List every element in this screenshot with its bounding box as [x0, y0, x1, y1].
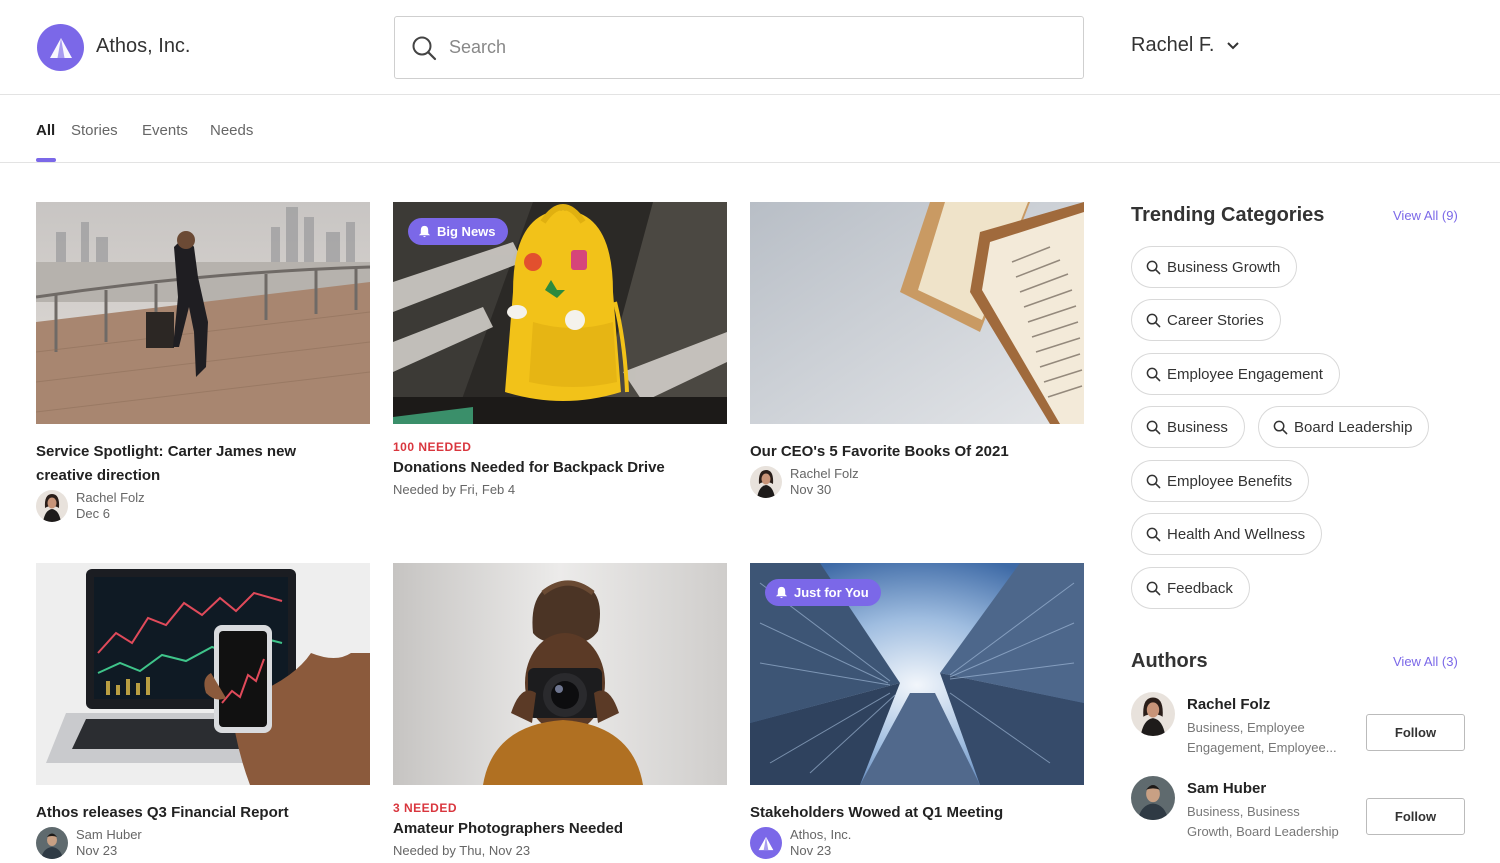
- author-categories: Business, Business Growth, Board Leaders…: [1187, 804, 1339, 839]
- card-meta: Rachel Folz Dec 6: [36, 490, 370, 522]
- post-date: Nov 23: [76, 843, 118, 858]
- card-title[interactable]: Athos releases Q3 Financial Report: [36, 801, 370, 825]
- avatar[interactable]: [1131, 692, 1175, 736]
- author-name[interactable]: Sam Huber: [1187, 780, 1266, 797]
- card-title[interactable]: Our CEO's 5 Favorite Books Of 2021: [750, 440, 1084, 464]
- category-chip[interactable]: Feedback: [1131, 567, 1250, 609]
- top-header: Athos, Inc. Rachel F.: [0, 0, 1500, 95]
- needed-count: 3 NEEDED: [393, 801, 458, 815]
- search-icon: [1146, 527, 1161, 541]
- card-title[interactable]: Service Spotlight: Carter James new crea…: [36, 440, 370, 488]
- tab-stories[interactable]: Stories: [71, 122, 118, 139]
- story-card[interactable]: Just for You Stakeholders Wowed at Q1 Me…: [750, 563, 1084, 859]
- category-chip[interactable]: Business Growth: [1131, 246, 1298, 288]
- card-meta: Rachel Folz Nov 30: [750, 466, 1084, 498]
- follow-button[interactable]: Follow: [1366, 714, 1465, 751]
- card-image[interactable]: [750, 202, 1084, 424]
- card-image[interactable]: [393, 563, 727, 785]
- bell-icon: [418, 225, 431, 238]
- chevron-down-icon: [1227, 41, 1240, 49]
- logo-mark-icon: [49, 37, 72, 58]
- story-card[interactable]: Our CEO's 5 Favorite Books Of 2021 Rache…: [750, 202, 1084, 498]
- author-item: Sam Huber Business, Business Growth, Boa…: [1131, 774, 1465, 844]
- authors-title: Authors: [1131, 650, 1208, 672]
- just-for-you-badge: Just for You: [765, 579, 881, 606]
- need-card[interactable]: 3 NEEDED Amateur Photographers Needed Ne…: [393, 563, 727, 858]
- needed-by-date: Needed by Fri, Feb 4: [393, 482, 516, 497]
- logo-mark-icon: [758, 836, 774, 850]
- needed-by-date: Needed by Thu, Nov 23: [393, 843, 531, 858]
- needed-count: 100 NEEDED: [393, 440, 472, 454]
- tab-all[interactable]: All: [36, 122, 55, 139]
- brand-name: Athos, Inc.: [96, 35, 191, 57]
- post-date: Nov 23: [790, 843, 832, 858]
- author-name: Rachel Folz: [790, 466, 859, 481]
- post-date: Nov 30: [790, 482, 832, 497]
- card-title[interactable]: Stakeholders Wowed at Q1 Meeting: [750, 801, 1084, 825]
- card-image[interactable]: [36, 563, 370, 785]
- bell-icon: [775, 586, 788, 599]
- user-name: Rachel F.: [1131, 34, 1215, 56]
- card-meta: Sam Huber Nov 23: [36, 827, 370, 859]
- card-meta: Athos, Inc. Nov 23: [750, 827, 1084, 859]
- active-tab-indicator: [36, 158, 56, 162]
- search-box[interactable]: [394, 16, 1084, 79]
- athos-logo[interactable]: [37, 24, 84, 71]
- author-name[interactable]: Rachel Folz: [1187, 696, 1270, 713]
- story-card[interactable]: Athos releases Q3 Financial Report Sam H…: [36, 563, 370, 859]
- avatar: [36, 490, 68, 522]
- avatar: [750, 827, 782, 859]
- avatar: [36, 827, 68, 859]
- tab-events[interactable]: Events: [142, 122, 188, 139]
- category-chip[interactable]: Business: [1131, 406, 1245, 448]
- post-date: Dec 6: [76, 506, 110, 521]
- tab-needs[interactable]: Needs: [210, 122, 253, 139]
- search-icon: [1146, 260, 1161, 274]
- category-chip[interactable]: Health And Wellness: [1131, 513, 1323, 555]
- author-name: Sam Huber: [76, 827, 142, 842]
- search-icon: [1273, 420, 1288, 434]
- big-news-badge: Big News: [408, 218, 508, 245]
- category-chip[interactable]: Employee Engagement: [1131, 353, 1340, 395]
- author-name: Rachel Folz: [76, 490, 145, 505]
- view-all-authors-link[interactable]: View All (3): [1393, 654, 1458, 669]
- filter-tabs: All Stories Events Needs: [0, 95, 1500, 163]
- avatar: [750, 466, 782, 498]
- view-all-categories-link[interactable]: View All (9): [1393, 208, 1458, 223]
- card-image[interactable]: [36, 202, 370, 424]
- category-chip[interactable]: Employee Benefits: [1131, 460, 1310, 502]
- card-image[interactable]: Big News: [393, 202, 727, 424]
- search-icon: [1146, 581, 1161, 595]
- follow-button[interactable]: Follow: [1366, 798, 1465, 835]
- need-card[interactable]: Big News 100 NEEDED Donations Needed for…: [393, 202, 727, 497]
- search-icon: [412, 36, 437, 60]
- user-menu[interactable]: Rachel F.: [1131, 34, 1240, 57]
- card-image[interactable]: Just for You: [750, 563, 1084, 785]
- search-input[interactable]: [449, 37, 1049, 58]
- search-icon: [1146, 420, 1161, 434]
- author-categories: Business, Employee Engagement, Employee.…: [1187, 720, 1337, 755]
- avatar[interactable]: [1131, 776, 1175, 820]
- category-chip[interactable]: Board Leadership: [1258, 406, 1430, 448]
- card-title[interactable]: Donations Needed for Backpack Drive: [393, 456, 727, 480]
- story-card[interactable]: Service Spotlight: Carter James new crea…: [36, 202, 370, 522]
- author-name: Athos, Inc.: [790, 827, 852, 842]
- category-chip[interactable]: Career Stories: [1131, 299, 1281, 341]
- search-icon: [1146, 474, 1161, 488]
- card-title[interactable]: Amateur Photographers Needed: [393, 817, 727, 841]
- search-icon: [1146, 367, 1161, 381]
- trending-title: Trending Categories: [1131, 204, 1325, 226]
- search-icon: [1146, 313, 1161, 327]
- author-item: Rachel Folz Business, Employee Engagemen…: [1131, 690, 1465, 760]
